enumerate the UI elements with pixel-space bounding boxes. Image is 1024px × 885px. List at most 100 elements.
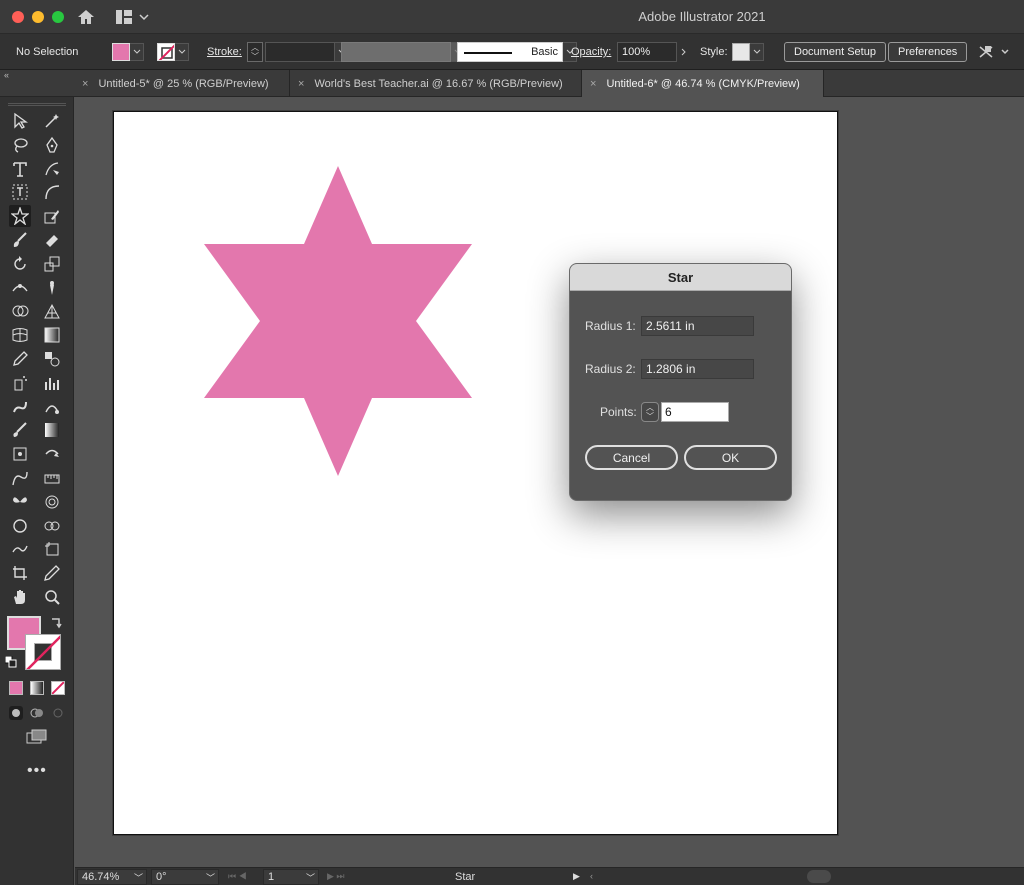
blob-brush-icon[interactable] — [9, 396, 31, 418]
tab-worlds-best-teacher[interactable]: × World's Best Teacher.ai @ 16.67 % (RGB… — [290, 70, 582, 97]
chevron-down-icon[interactable]: ﹀ — [134, 871, 143, 884]
perspective-grid-icon[interactable] — [41, 300, 63, 322]
screen-mode-icon[interactable] — [26, 729, 48, 745]
stroke-swatch[interactable] — [157, 43, 175, 61]
fill-color-control[interactable] — [112, 34, 144, 70]
last-artboard-icon[interactable]: ▶ ⏭ — [327, 871, 345, 882]
scale-tool-icon[interactable] — [41, 253, 63, 275]
free-transform-icon[interactable] — [9, 443, 31, 465]
star-shape[interactable] — [204, 166, 472, 476]
rotate-tool-icon[interactable] — [9, 253, 31, 275]
close-icon[interactable]: × — [590, 78, 596, 90]
opacity-control[interactable]: 100% — [617, 34, 691, 70]
brush-definition[interactable]: Basic — [457, 34, 577, 70]
paintbrush-icon[interactable] — [9, 229, 31, 251]
tab-untitled-6[interactable]: × Untitled-6* @ 46.74 % (CMYK/Preview) — [582, 70, 824, 97]
stroke-color-swatch[interactable] — [25, 634, 61, 670]
link-icon[interactable] — [41, 515, 63, 537]
variable-width-profile[interactable] — [341, 34, 465, 70]
magic-wand-icon[interactable] — [41, 110, 63, 132]
lasso-icon[interactable] — [9, 134, 31, 156]
twirl-icon[interactable] — [41, 491, 63, 513]
chevron-down-icon[interactable] — [130, 43, 144, 61]
graphic-style-control[interactable] — [732, 34, 764, 70]
color-mode-button[interactable] — [9, 681, 23, 695]
type-tool-icon[interactable] — [9, 158, 31, 180]
chevron-right-icon[interactable] — [677, 42, 691, 62]
gradient-mode-button[interactable] — [30, 681, 44, 695]
puppet-warp-icon[interactable] — [41, 277, 63, 299]
mesh-tool-icon[interactable] — [9, 324, 31, 346]
zoom-input[interactable]: 46.74% ﹀ — [77, 869, 147, 885]
width-tool-icon[interactable] — [9, 277, 31, 299]
circle-icon[interactable] — [9, 515, 31, 537]
eyedropper-icon[interactable] — [9, 348, 31, 370]
collapse-toolbar-icon[interactable]: « — [4, 70, 9, 80]
smooth-tool-icon[interactable] — [9, 538, 31, 560]
live-paint-selection-icon[interactable] — [41, 443, 63, 465]
symbol-sprayer-icon[interactable] — [9, 372, 31, 394]
first-artboard-icon[interactable]: ⏮ ◀ — [228, 871, 247, 882]
shaper-tool-icon[interactable] — [41, 205, 63, 227]
stroke-color-control[interactable] — [157, 34, 189, 70]
fill-swatch[interactable] — [112, 43, 130, 61]
zoom-tool-icon[interactable] — [41, 586, 63, 608]
gradient-tool-icon[interactable] — [41, 324, 63, 346]
preferences-button[interactable]: Preferences — [888, 42, 968, 62]
radius1-input[interactable]: 2.5611 in — [641, 316, 754, 336]
draw-behind-icon[interactable] — [29, 705, 45, 721]
document-setup-button[interactable]: Document Setup — [784, 42, 886, 62]
arc-icon[interactable] — [41, 181, 63, 203]
chevron-down-icon[interactable]: ﹀ — [306, 871, 315, 884]
draw-inside-icon[interactable] — [50, 705, 66, 721]
eraser-icon[interactable] — [41, 229, 63, 251]
status-menu-icon[interactable]: ▶ — [573, 871, 580, 882]
pen-tool-icon[interactable] — [41, 134, 63, 156]
edit-toolbar-icon[interactable]: ••• — [27, 762, 47, 780]
warp-tool-icon[interactable] — [9, 467, 31, 489]
toolbar-grip[interactable] — [8, 103, 66, 106]
shape-modifier-icon[interactable] — [41, 396, 63, 418]
scroll-left-icon[interactable]: ‹ — [590, 871, 593, 881]
stroke-weight-stepper[interactable]: ︿ ﹀ — [247, 42, 263, 62]
none-mode-button[interactable] — [51, 681, 65, 695]
rulers-icon[interactable] — [41, 467, 63, 489]
crop-icon[interactable] — [9, 562, 31, 584]
artboard-number-input[interactable]: 1 ﹀ — [263, 869, 319, 885]
chevron-down-icon[interactable] — [175, 43, 189, 61]
chevron-down-icon[interactable]: ﹀ — [206, 871, 215, 884]
shape-builder-icon[interactable] — [9, 300, 31, 322]
radius2-input[interactable]: 1.2806 in — [641, 359, 754, 379]
close-icon[interactable]: × — [82, 78, 88, 90]
ok-button[interactable]: OK — [684, 445, 777, 470]
tab-untitled-5[interactable]: × Untitled-5* @ 25 % (RGB/Preview) — [74, 70, 290, 97]
cancel-button[interactable]: Cancel — [585, 445, 678, 470]
opacity-label[interactable]: Opacity: — [571, 34, 611, 70]
hand-tool-icon[interactable] — [9, 586, 31, 608]
close-icon[interactable]: × — [298, 78, 304, 90]
blend-tool-icon[interactable] — [41, 348, 63, 370]
curvature-tool-icon[interactable] — [41, 158, 63, 180]
stroke-label[interactable]: Stroke: — [207, 34, 242, 70]
artboard-tool-icon[interactable] — [41, 538, 63, 560]
rotation-input[interactable]: 0° ﹀ — [151, 869, 219, 885]
swap-fill-stroke-icon[interactable] — [49, 616, 63, 630]
horizontal-scrollbar-thumb[interactable] — [807, 870, 831, 883]
draw-normal-icon[interactable] — [8, 705, 24, 721]
star-tool-icon[interactable] — [9, 205, 31, 228]
touch-type-icon[interactable] — [9, 181, 31, 203]
butterfly-icon[interactable] — [9, 491, 31, 513]
points-stepper[interactable]: ︿ ﹀ — [641, 402, 659, 422]
stroke-weight-input[interactable] — [265, 42, 335, 62]
style-swatch[interactable] — [732, 43, 750, 61]
default-fill-stroke-icon[interactable] — [5, 656, 17, 668]
arrange-documents-icon[interactable] — [976, 34, 1016, 70]
opacity-input[interactable]: 100% — [617, 42, 677, 62]
gradient-swatch-icon[interactable] — [41, 419, 63, 441]
selection-tool-icon[interactable] — [9, 110, 31, 132]
chevron-down-icon[interactable] — [750, 43, 764, 61]
paintbrush-alt-icon[interactable] — [9, 419, 31, 441]
column-graph-icon[interactable] — [41, 372, 63, 394]
pencil-icon[interactable] — [41, 562, 63, 584]
stroke-weight-control[interactable]: ︿ ﹀ — [247, 34, 349, 70]
